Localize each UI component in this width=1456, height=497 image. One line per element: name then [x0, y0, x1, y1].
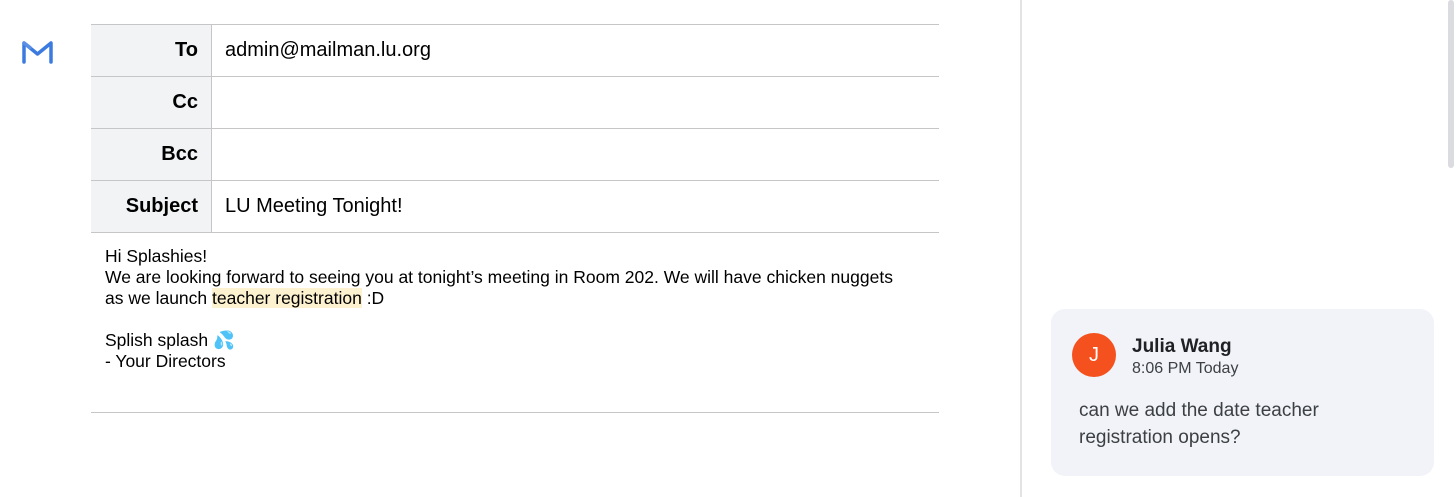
cc-label: Cc [91, 77, 212, 128]
to-row: To admin@mailman.lu.org [91, 24, 939, 76]
body-line-1: We are looking forward to seeing you at … [105, 267, 893, 287]
comment-text: can we add the date teacher registration… [1079, 400, 1319, 448]
body-signature: - Your Directors [105, 351, 226, 371]
bcc-label: Bcc [91, 129, 212, 180]
bcc-row: Bcc [91, 128, 939, 180]
body-line-2: as we launch teacher registration :D [105, 288, 939, 309]
comment-timestamp: 8:06 PM Today [1132, 360, 1239, 377]
panel-divider [1020, 0, 1022, 497]
commented-text-highlight[interactable]: teacher registration [212, 288, 362, 308]
gmail-icon[interactable] [21, 38, 54, 64]
email-header-fields: To admin@mailman.lu.org Cc Bcc Subject L… [91, 24, 939, 233]
email-body[interactable]: Hi Splashies! We are looking forward to … [91, 232, 939, 413]
comment-author: Julia Wang [1132, 336, 1232, 357]
scrollbar-thumb[interactable] [1448, 0, 1454, 168]
subject-row: Subject LU Meeting Tonight! [91, 180, 939, 233]
body-line-2-start: as we launch [105, 288, 213, 308]
comment-card[interactable]: J Julia Wang 8:06 PM Today can we add th… [1051, 309, 1434, 476]
to-label: To [91, 25, 212, 76]
cc-row: Cc [91, 76, 939, 128]
to-field[interactable]: admin@mailman.lu.org [212, 25, 939, 76]
email-draft-view: To admin@mailman.lu.org Cc Bcc Subject L… [0, 0, 1456, 497]
bcc-field[interactable] [212, 129, 939, 180]
subject-label: Subject [91, 181, 212, 232]
subject-field[interactable]: LU Meeting Tonight! [212, 181, 939, 232]
body-line-2-end: :D [361, 288, 385, 308]
avatar: J [1072, 333, 1116, 377]
body-greeting: Hi Splashies! [105, 246, 208, 266]
cc-field[interactable] [212, 77, 939, 128]
body-signoff: Splish splash 💦 [105, 330, 235, 350]
